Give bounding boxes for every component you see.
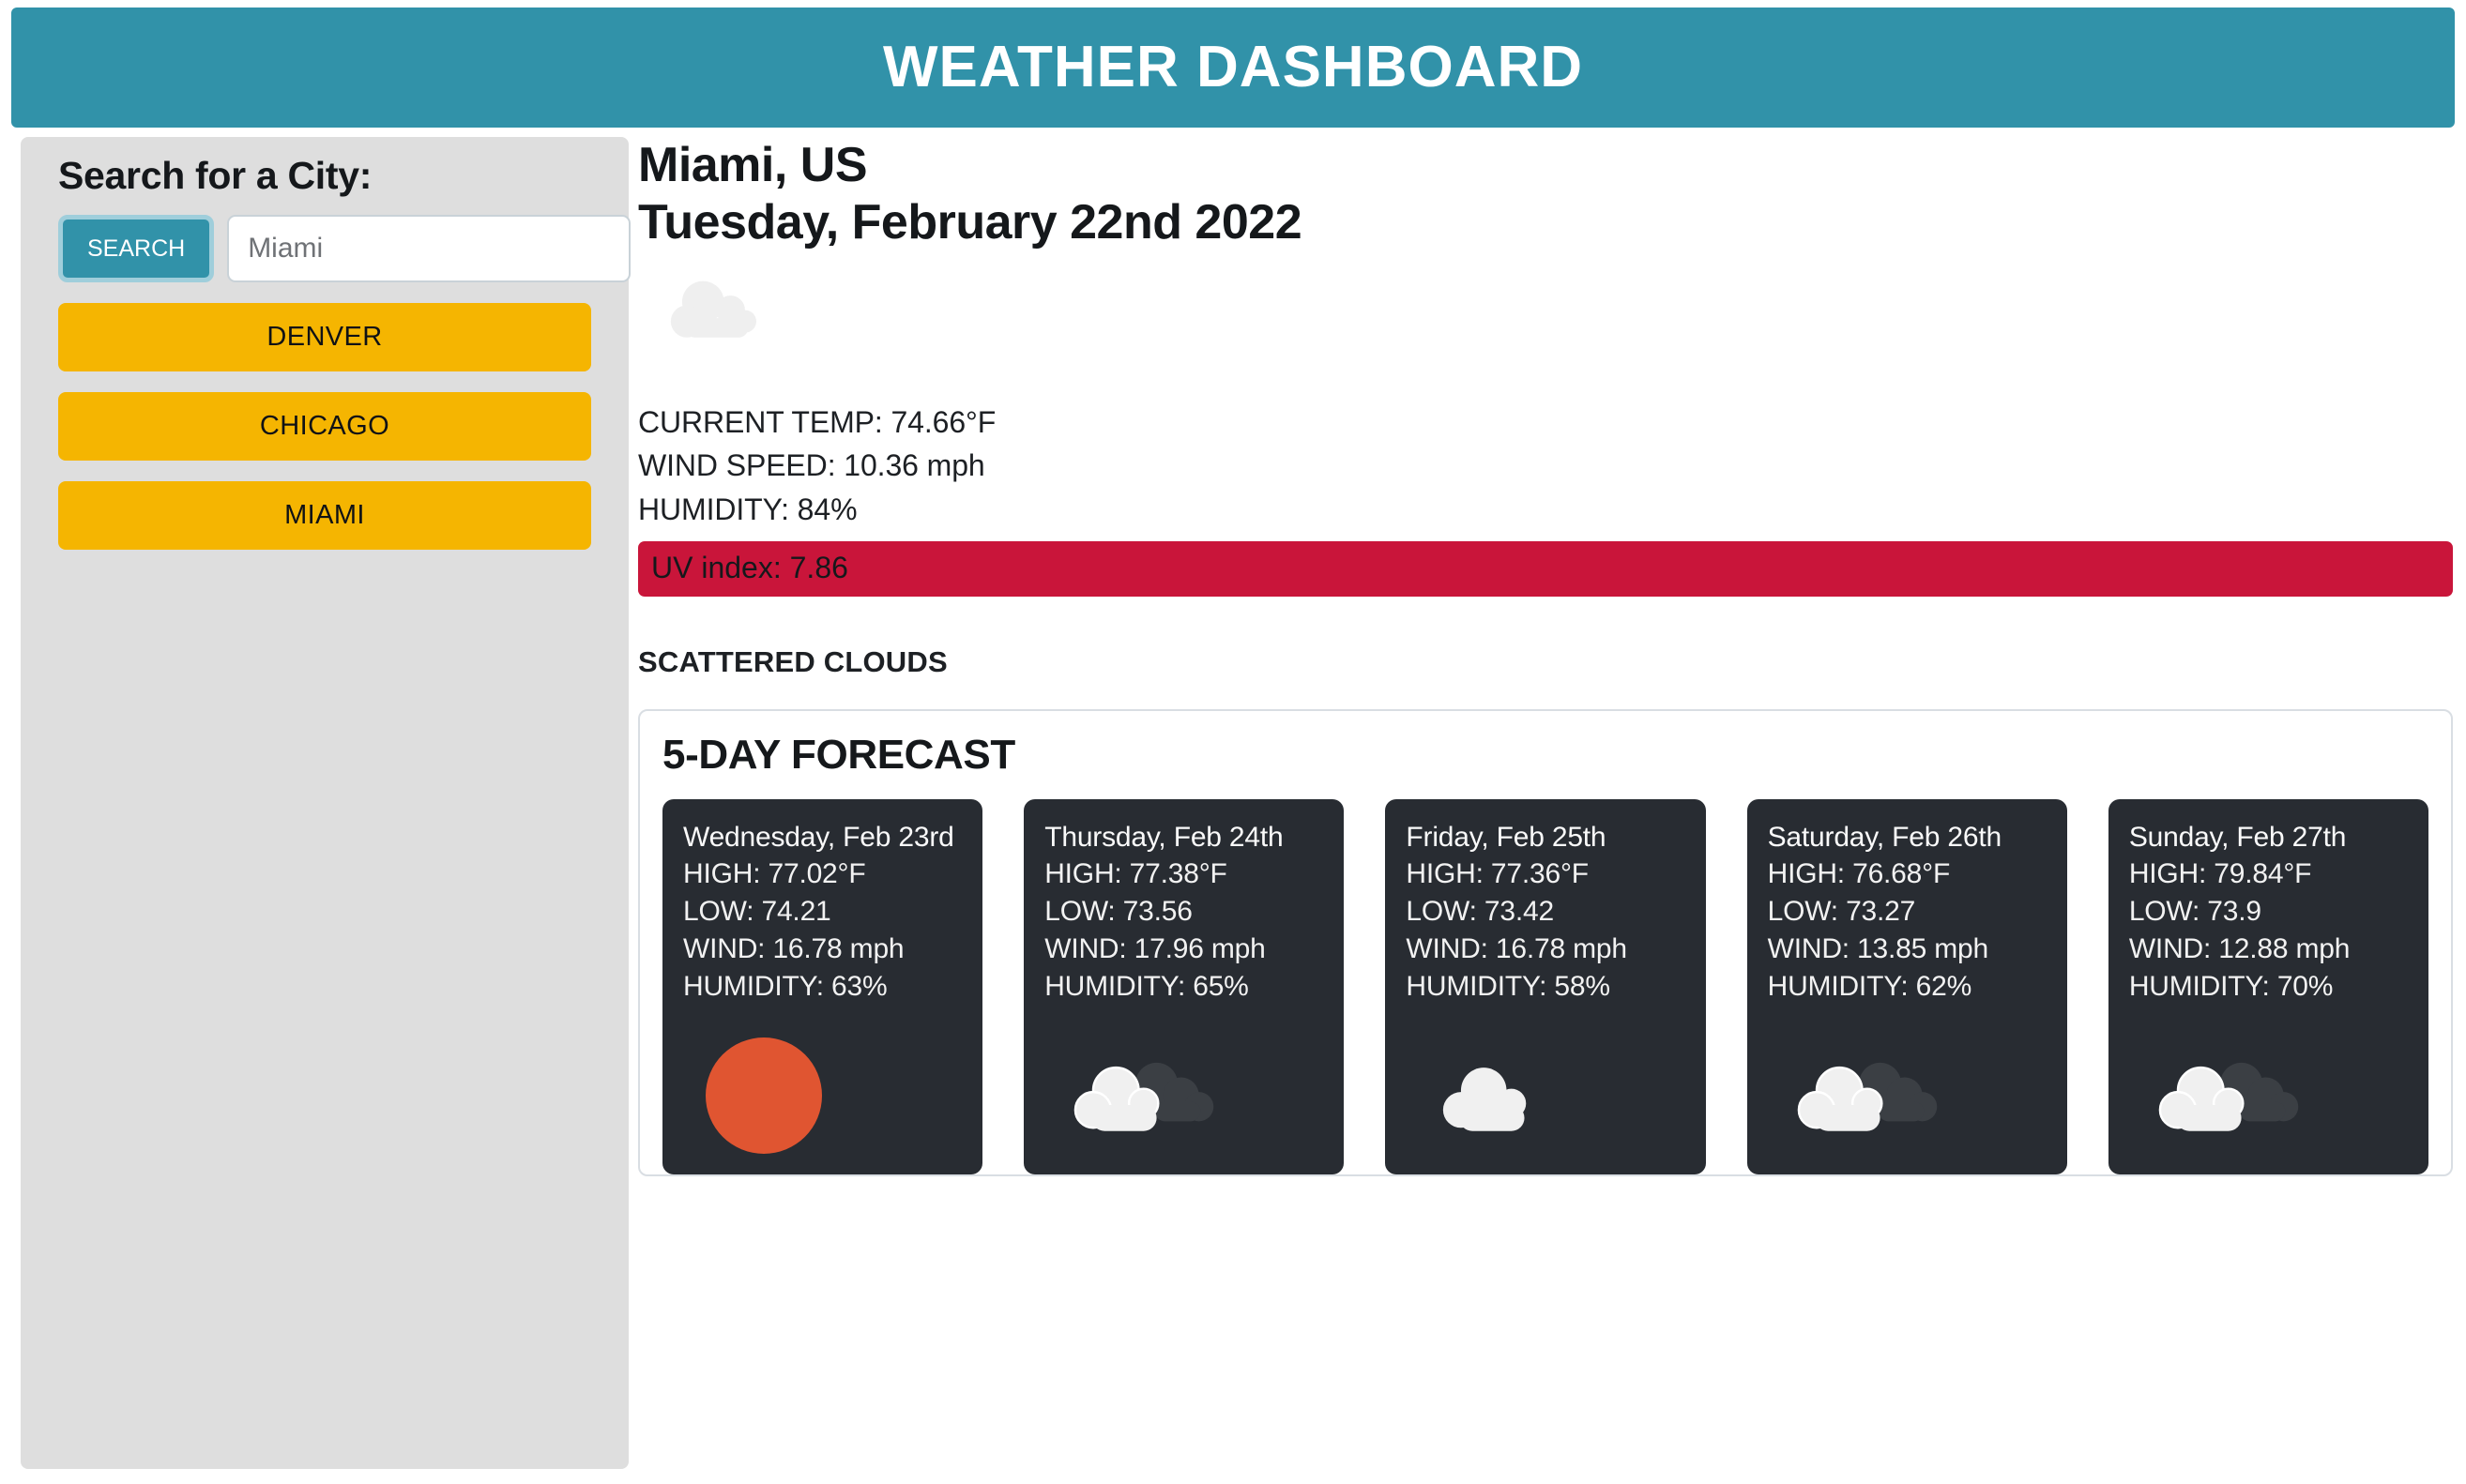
current-wind-speed: WIND SPEED: 10.36 mph: [638, 448, 985, 483]
forecast-wind: WIND: 16.78 mph: [1406, 932, 1627, 964]
city-button-miami[interactable]: MIAMI: [58, 481, 591, 550]
search-input[interactable]: [227, 215, 632, 282]
forecast-icon-wrap: [706, 1037, 822, 1154]
forecast-high: HIGH: 77.02°F: [683, 857, 866, 889]
forecast-card: Wednesday, Feb 23rd HIGH: 77.02°F LOW: 7…: [662, 798, 983, 1174]
sun-icon: [706, 1037, 822, 1154]
forecast-high: HIGH: 79.84°F: [2128, 857, 2312, 889]
cloud-icon: [670, 280, 756, 338]
cloud-icon: [1443, 1068, 1527, 1131]
search-row: SEARCH: [58, 215, 632, 282]
current-temp: CURRENT TEMP: 74.66°F: [638, 404, 997, 439]
forecast-low: LOW: 73.42: [1406, 895, 1554, 927]
forecast-high: HIGH: 76.68°F: [1767, 857, 1951, 889]
forecast-day: Saturday, Feb 26th: [1767, 821, 2002, 853]
forecast-low: LOW: 73.27: [1767, 895, 1916, 927]
forecast-humidity: HUMIDITY: 65%: [1044, 970, 1249, 1002]
forecast-wind: WIND: 16.78 mph: [683, 932, 905, 964]
forecast-cards: Wednesday, Feb 23rd HIGH: 77.02°F LOW: 7…: [662, 798, 2429, 1174]
current-condition: SCATTERED CLOUDS: [638, 644, 948, 678]
current-date: Tuesday, February 22nd 2022: [638, 195, 1302, 250]
broken-clouds-icon: [1797, 1062, 1937, 1131]
current-humidity: HUMIDITY: 84%: [638, 492, 858, 527]
forecast-day: Wednesday, Feb 23rd: [683, 821, 954, 853]
forecast-icon-wrap: [2152, 1056, 2302, 1154]
forecast-icon-wrap: [1067, 1056, 1217, 1154]
forecast-low: LOW: 73.9: [2128, 895, 2261, 927]
forecast-icon-wrap: [1790, 1056, 1941, 1154]
page-title: WEATHER DASHBOARD: [882, 35, 1584, 99]
app-header: WEATHER DASHBOARD: [11, 8, 2455, 128]
city-button-denver[interactable]: DENVER: [58, 303, 591, 371]
forecast-icon-wrap: [1428, 1056, 1578, 1154]
forecast-day: Friday, Feb 25th: [1406, 821, 1606, 853]
forecast-card: Friday, Feb 25th HIGH: 77.36°F LOW: 73.4…: [1385, 798, 1706, 1174]
forecast-humidity: HUMIDITY: 58%: [1406, 970, 1610, 1002]
forecast-humidity: HUMIDITY: 62%: [1767, 970, 1972, 1002]
current-city-name: Miami, US: [638, 138, 868, 192]
broken-clouds-icon: [2158, 1062, 2299, 1131]
forecast-day: Thursday, Feb 24th: [1044, 821, 1284, 853]
weather-dashboard-app: WEATHER DASHBOARD Search for a City: SEA…: [0, 8, 2466, 1484]
city-button-chicago[interactable]: CHICAGO: [58, 392, 591, 461]
sidebar-heading: Search for a City:: [58, 154, 373, 197]
main-layout: Search for a City: SEARCH DENVER CHICAGO…: [0, 137, 2466, 1469]
forecast-high: HIGH: 77.38°F: [1044, 857, 1227, 889]
forecast-high: HIGH: 77.36°F: [1406, 857, 1589, 889]
uv-index-badge: UV index: 7.86: [638, 540, 2453, 597]
forecast-card: Saturday, Feb 26th HIGH: 76.68°F LOW: 73…: [1746, 798, 2067, 1174]
current-weather-icon-wrap: [638, 273, 2453, 384]
forecast-low: LOW: 73.56: [1044, 895, 1193, 927]
forecast-humidity: HUMIDITY: 70%: [2128, 970, 2334, 1002]
search-button[interactable]: SEARCH: [58, 215, 215, 282]
search-sidebar: Search for a City: SEARCH DENVER CHICAGO…: [21, 137, 632, 1469]
main-content: Miami, US Tuesday, February 22nd 2022 CU…: [629, 137, 2466, 1176]
forecast-wind: WIND: 13.85 mph: [1767, 932, 1989, 964]
broken-clouds-icon: [1073, 1062, 1214, 1131]
forecast-card: Thursday, Feb 24th HIGH: 77.38°F LOW: 73…: [1024, 798, 1345, 1174]
forecast-wind: WIND: 12.88 mph: [2128, 932, 2351, 964]
current-stats: CURRENT TEMP: 74.66°F WIND SPEED: 10.36 …: [638, 401, 2453, 597]
forecast-title: 5-DAY FORECAST: [662, 731, 1015, 778]
forecast-card: Sunday, Feb 27th HIGH: 79.84°F LOW: 73.9…: [2108, 798, 2429, 1174]
forecast-panel: 5-DAY FORECAST Wednesday, Feb 23rd HIGH:…: [638, 708, 2453, 1176]
forecast-wind: WIND: 17.96 mph: [1044, 932, 1266, 964]
forecast-low: LOW: 74.21: [683, 895, 831, 927]
forecast-humidity: HUMIDITY: 63%: [683, 970, 888, 1002]
forecast-day: Sunday, Feb 27th: [2128, 821, 2347, 853]
